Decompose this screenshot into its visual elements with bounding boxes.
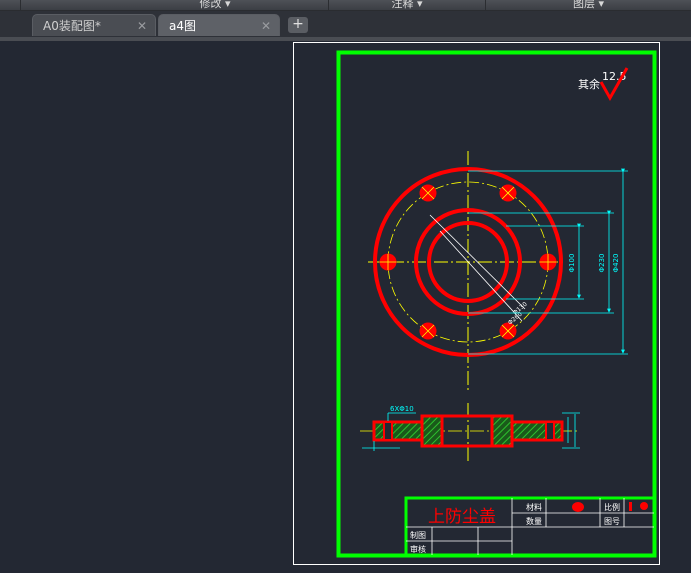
tab-a4[interactable]: a4图 ✕	[158, 14, 280, 36]
drawing-canvas[interactable]: 其余 12.5 Φ130 Φ260 Φ100 Φ230 Φ420 6XΦ10 上…	[0, 41, 691, 573]
quantity-label: 数量	[526, 516, 542, 526]
dim-phi-420: Φ420	[612, 254, 620, 273]
checked-label: 审核	[410, 544, 426, 554]
scale-label: 比例	[604, 502, 620, 512]
close-icon[interactable]: ✕	[261, 15, 271, 37]
hole-spec: 6XΦ10	[390, 405, 414, 413]
plan-view: Φ130 Φ260	[368, 151, 566, 393]
tab-a0-assembly[interactable]: A0装配图* ✕	[32, 14, 156, 36]
paper-border	[293, 42, 660, 565]
dim-phi-100: Φ100	[568, 254, 576, 273]
dim-phi-230: Φ230	[598, 254, 606, 273]
scale-value-mark	[629, 502, 632, 511]
ribbon-panel-modify[interactable]: 修改 ▾	[102, 0, 329, 10]
ribbon-panel-bar: 修改 ▾ 注释 ▾ 图层 ▾	[0, 0, 691, 11]
drawing-no-label: 图号	[604, 517, 620, 526]
close-icon[interactable]: ✕	[137, 15, 147, 37]
ribbon-panel-edge[interactable]	[0, 0, 21, 10]
ribbon-panel-annotate[interactable]: 注释 ▾	[329, 0, 486, 10]
tab-label: a4图	[169, 19, 196, 33]
ribbon-panel-layers[interactable]: 图层 ▾	[486, 0, 691, 10]
new-tab-button[interactable]: +	[288, 17, 308, 33]
scale-value-mark	[640, 502, 648, 510]
drawn-label: 制图	[410, 530, 426, 540]
part-name: 上防尘盖	[428, 507, 496, 527]
material-value-mark	[572, 502, 584, 512]
document-tab-bar: A0装配图* ✕ a4图 ✕	[0, 11, 691, 37]
tab-label: A0装配图*	[43, 19, 101, 33]
material-label: 材料	[526, 502, 542, 512]
roughness-label: 其余	[578, 77, 600, 91]
